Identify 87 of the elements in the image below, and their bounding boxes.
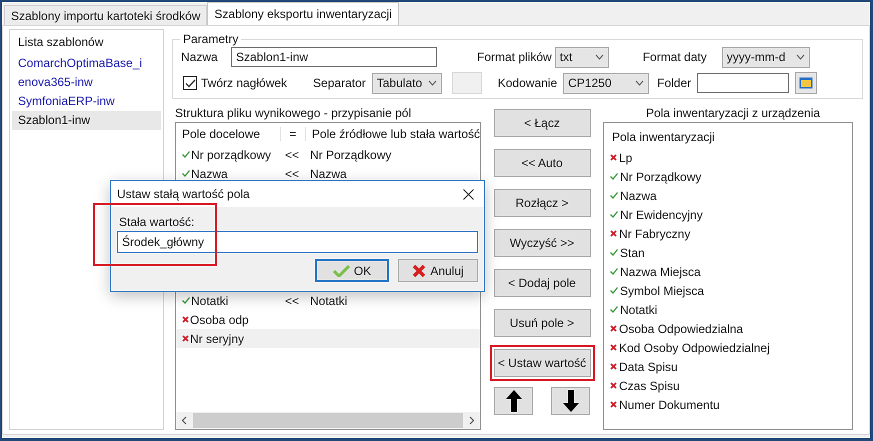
table-row[interactable]: Nazwa << Nazwa <box>176 164 480 183</box>
encoding-dropdown[interactable]: CP1250 <box>563 72 650 94</box>
move-down-button[interactable] <box>551 387 590 415</box>
up-arrow-icon <box>506 390 522 412</box>
table-cell: Nr Porządkowy <box>310 148 392 162</box>
template-item[interactable]: Szablon1-inw <box>12 111 161 130</box>
ok-button[interactable]: OK <box>315 259 389 282</box>
chevron-icon <box>635 80 644 86</box>
column-header: = <box>280 127 305 141</box>
field-label: Folder <box>657 76 692 90</box>
value-field[interactable]: Środek_główny <box>117 231 478 253</box>
down-arrow-icon <box>562 390 578 412</box>
list-item[interactable]: Nazwa <box>620 188 657 202</box>
horizontal-scrollbar[interactable] <box>176 412 480 429</box>
file-format-dropdown[interactable]: txt <box>554 46 609 68</box>
action-button[interactable]: Wyczyść >> <box>494 229 590 257</box>
action-button[interactable]: Rozłącz > <box>494 189 590 217</box>
table-row[interactable]: Notatki << Notatki <box>176 291 480 310</box>
check-icon <box>332 264 350 276</box>
table-row[interactable]: Nr seryjny <box>176 329 480 348</box>
move-up-button[interactable] <box>494 387 533 415</box>
tab[interactable]: Szablony importu kartoteki środków <box>4 5 208 25</box>
column-header: Pole docelowe <box>181 127 262 141</box>
field-label: Nazwa <box>180 50 219 64</box>
table-cell: Nr seryjny <box>190 332 244 346</box>
action-button[interactable]: << Auto <box>494 149 590 177</box>
table-cell: Nr porządkowy <box>191 148 272 162</box>
folder-icon <box>799 77 814 89</box>
tab[interactable]: Szablony eksportu inwentaryzacji <box>207 2 399 25</box>
chevron-icon <box>594 54 604 60</box>
list-item[interactable]: Nazwa Miejsca <box>620 264 701 278</box>
list-item[interactable]: Data Spisu <box>619 360 678 374</box>
scroll-right-icon[interactable] <box>469 416 475 425</box>
group-title: Parametry <box>180 32 242 46</box>
table-row[interactable]: Osoba odp <box>176 310 480 329</box>
separator-char-field[interactable] <box>452 72 482 94</box>
cross-icon <box>412 264 426 278</box>
header-checkbox[interactable]: Twórz nagłówek <box>179 76 288 90</box>
field-label: Format plików <box>477 50 552 64</box>
list-header: Pola inwentaryzacji <box>611 129 716 146</box>
action-button[interactable]: < Dodaj pole <box>494 269 590 297</box>
chevron-icon <box>796 54 805 60</box>
cancel-button[interactable]: Anuluj <box>398 259 478 282</box>
action-button[interactable]: Usuń pole > <box>494 309 590 337</box>
template-item[interactable]: SymfoniaERP-inw <box>12 92 161 111</box>
field-label: Kodowanie <box>498 76 558 90</box>
list-item[interactable]: Nr Porządkowy <box>620 170 702 184</box>
table-cell: Nazwa <box>191 166 228 180</box>
column-header: Pole źródłowe lub stała wartość <box>304 127 480 141</box>
list-item[interactable]: Kod Osoby Odpowiedzialnej <box>619 340 770 354</box>
list-item[interactable]: Numer Dokumentu <box>619 398 720 412</box>
field-label: Format daty <box>642 50 707 64</box>
table-cell: Notatki <box>191 294 228 308</box>
list-item[interactable]: Lp <box>619 150 632 164</box>
list-item[interactable]: Osoba Odpowiedzialna <box>619 322 744 336</box>
separator-dropdown[interactable]: Tabulato <box>372 72 442 94</box>
name-field[interactable]: Szablon1-inw <box>231 47 437 67</box>
section-title: Struktura pliku wynikowego - przypisanie pól <box>175 105 412 122</box>
list-item[interactable]: Notatki <box>620 302 658 316</box>
date-format-dropdown[interactable]: yyyy-mm-d <box>722 46 810 68</box>
list-item[interactable]: Stan <box>620 246 645 260</box>
table-cell: Osoba odp <box>190 312 249 326</box>
table-cell: << <box>284 166 299 180</box>
template-item[interactable]: enova365-inw <box>12 73 161 92</box>
field-label: Separator <box>313 76 366 90</box>
chevron-icon <box>428 80 437 86</box>
field-label: Stała wartość: <box>118 214 196 231</box>
table-cell: Nazwa <box>310 166 347 180</box>
table-cell: Notatki <box>310 294 348 308</box>
dialog-title: Ustaw stałą wartość pola <box>117 187 250 201</box>
section-title: Pola inwentaryzacji z urządzenia <box>644 105 822 122</box>
list-item[interactable]: Czas Spisu <box>619 378 680 392</box>
browse-folder-button[interactable] <box>795 72 818 94</box>
template-item[interactable]: ComarchOptimaBase_i <box>12 54 161 73</box>
list-item[interactable]: Nr Ewidencyjny <box>620 208 703 222</box>
table-row[interactable]: Nr porządkowy << Nr Porządkowy <box>176 145 480 164</box>
list-header: Lista szablonów <box>17 34 104 51</box>
table-cell: << <box>284 148 299 162</box>
scroll-left-icon[interactable] <box>181 416 187 425</box>
check-icon <box>184 78 196 88</box>
action-button[interactable]: < Ustaw wartość <box>494 349 590 377</box>
list-item[interactable]: Symbol Miejsca <box>620 284 704 298</box>
folder-field[interactable] <box>697 73 790 93</box>
close-icon[interactable] <box>463 188 474 200</box>
table-cell: << <box>284 294 299 308</box>
action-button[interactable]: < Łącz <box>494 109 590 137</box>
list-item[interactable]: Nr Fabryczny <box>619 226 690 240</box>
